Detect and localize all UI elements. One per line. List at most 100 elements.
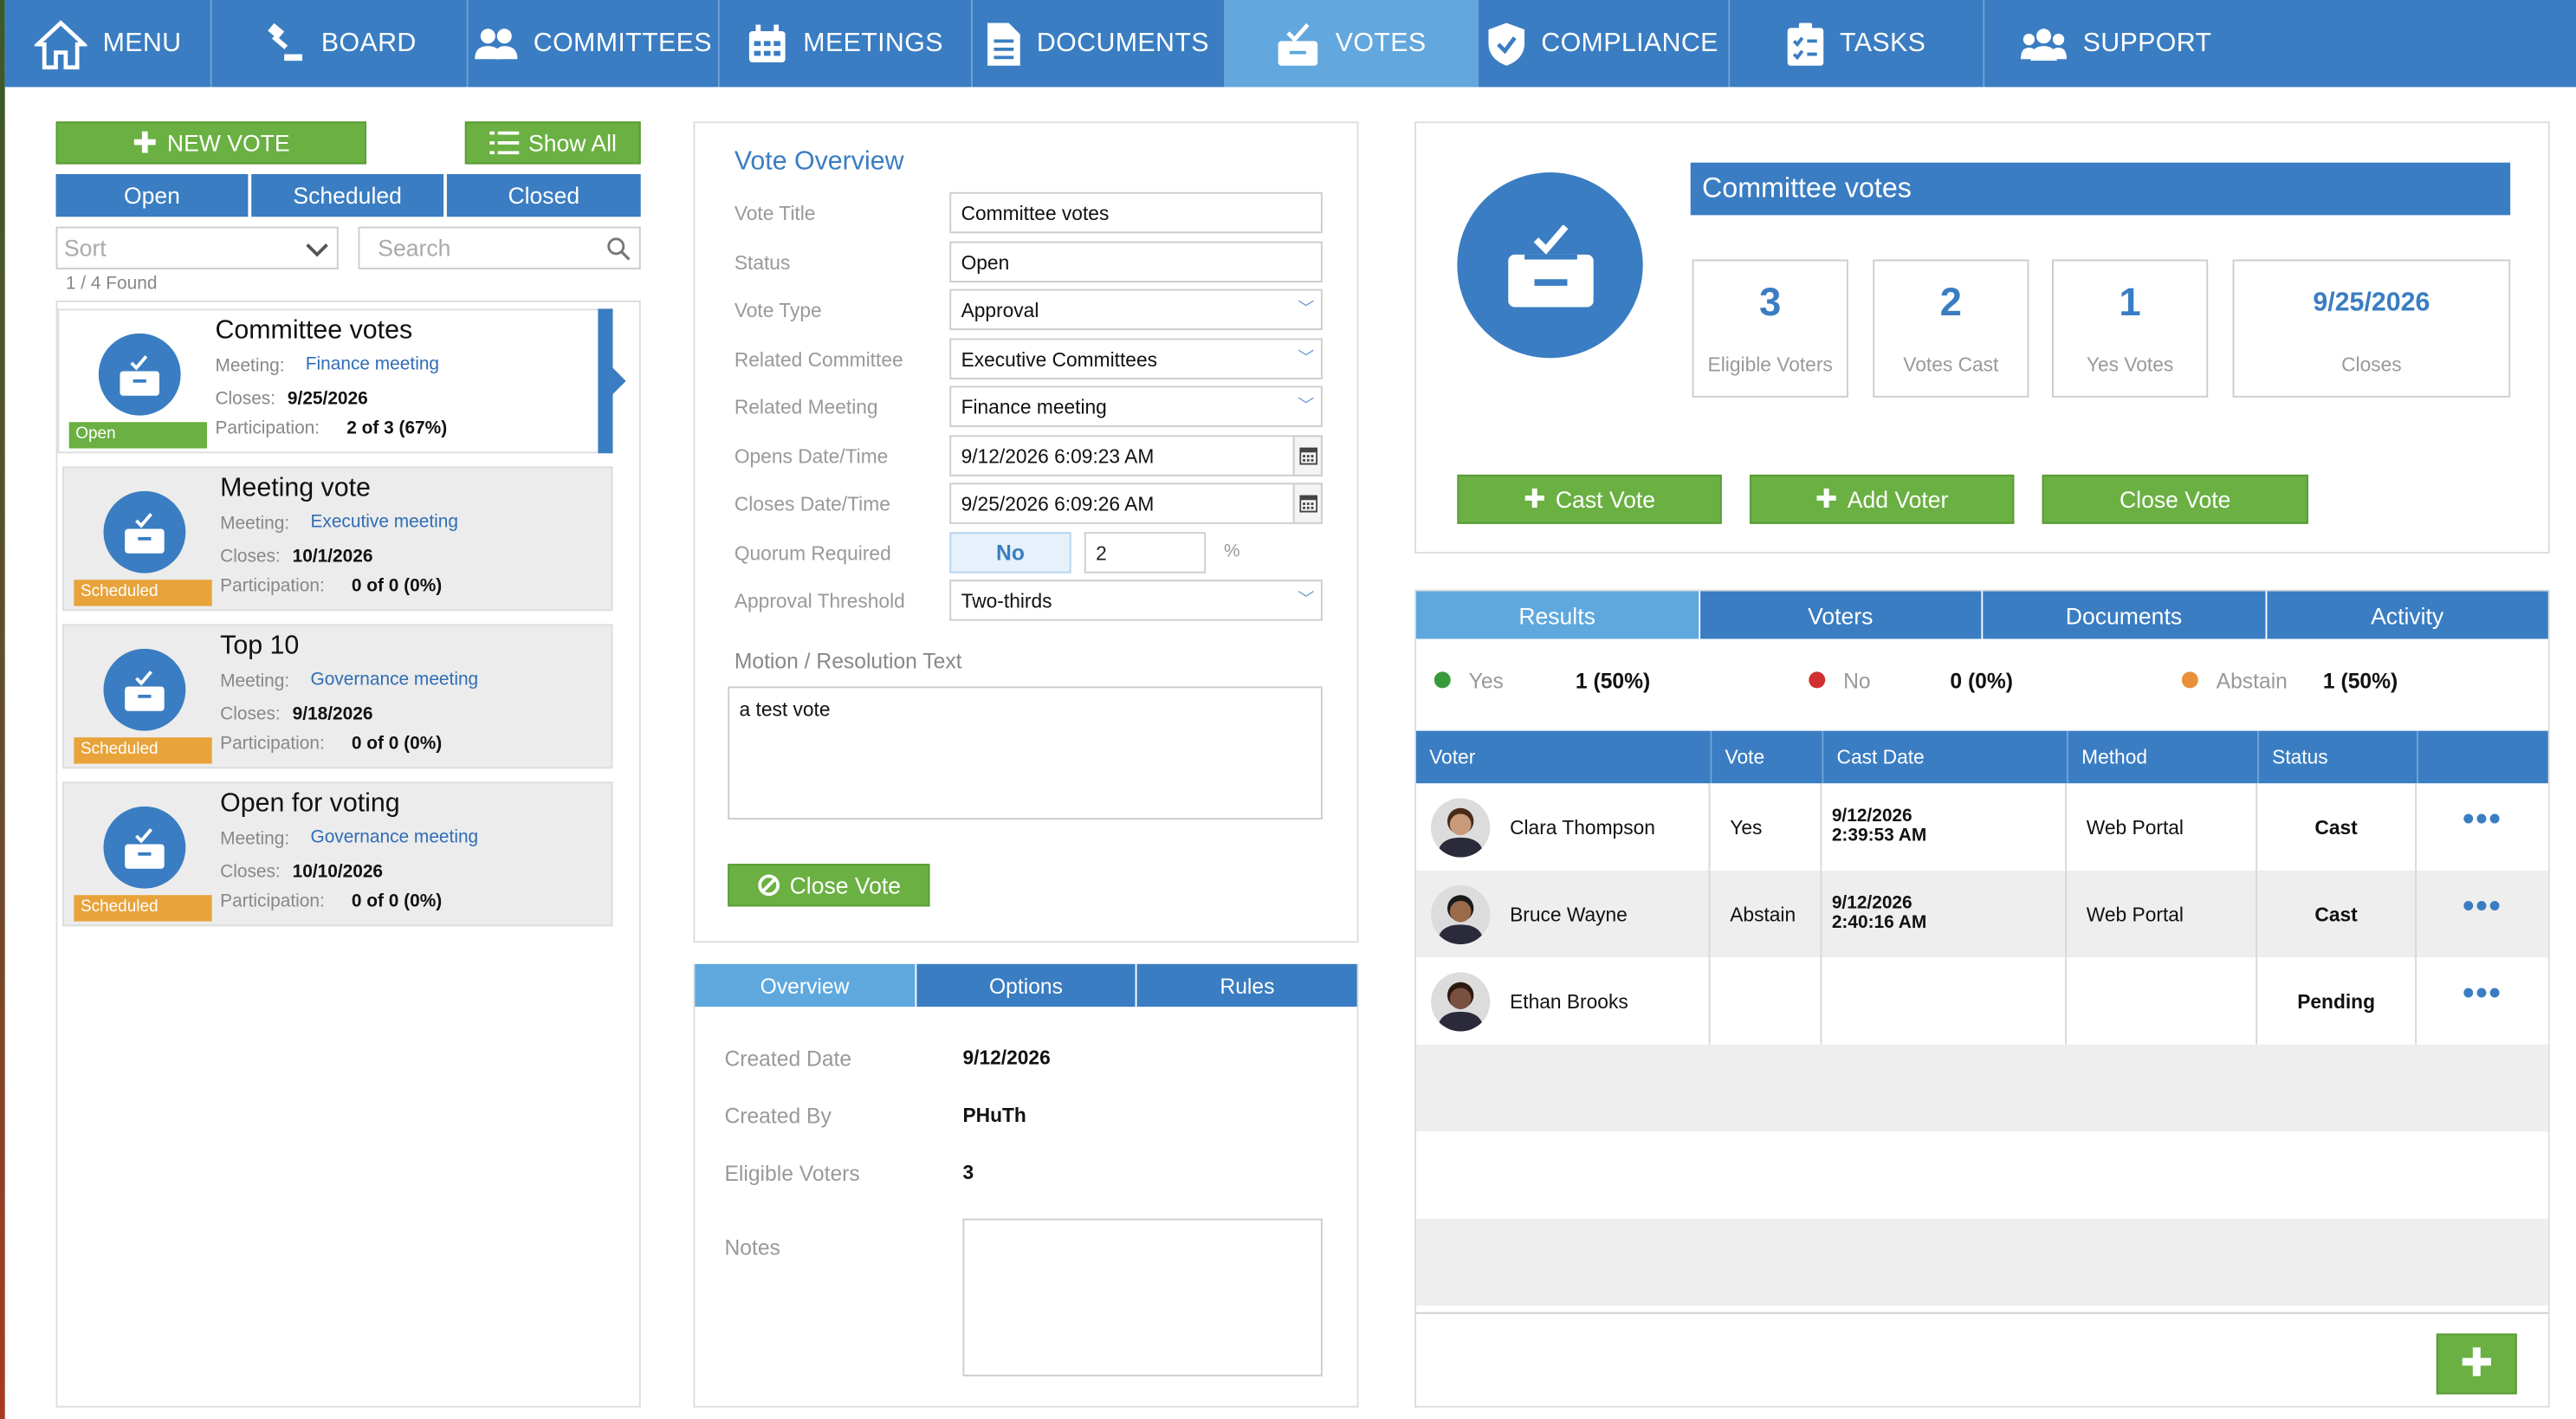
vote-value: Abstain [1730,903,1796,927]
nav-menu-label: MENU [102,29,182,57]
col-divider [1708,870,1711,958]
col-actions [2417,730,2548,784]
filter-closed-label: Closed [508,182,580,209]
nav-tasks[interactable]: TASKS [1730,0,1985,87]
calendar-icon[interactable] [1292,435,1323,476]
tally-label: Yes [1468,668,1504,694]
col-divider [2256,870,2258,958]
tab-results[interactable]: Results [1415,591,1700,639]
vote-type-select[interactable]: Approval ﹀ [949,288,1323,331]
status-value: Pending [2297,990,2376,1014]
empty-row [1415,1131,2548,1219]
vote-list-item[interactable]: Scheduled Meeting vote Meeting: Executive m… [62,466,613,612]
sort-select[interactable]: Sort [55,226,339,269]
tab-voters[interactable]: Voters [1699,591,1984,639]
tally-value: 1 (50%) [2322,668,2398,694]
tab-documents[interactable]: Documents [1983,591,2267,639]
chevron-down-icon: ﹀ [1298,300,1315,319]
approval-threshold-value: Two-thirds [961,588,1052,612]
cast-vote-button[interactable]: ✚ Cast Vote [1457,474,1722,524]
table-row[interactable]: Ethan Brooks Pending ••• [1415,957,2548,1045]
status-field[interactable]: Open [949,241,1323,283]
col-divider [1820,957,1822,1045]
filter-closed-tab[interactable]: Closed [446,173,641,217]
tab-voters-label: Voters [1808,601,1874,629]
col-voter-label: Voter [1429,745,1476,769]
col-vote-label: Vote [1725,745,1765,769]
vote-list-item[interactable]: Scheduled Open for voting Meeting: Governan… [62,781,613,927]
chevron-down-icon: ﹀ [1298,397,1315,416]
filter-open-tab[interactable]: Open [55,173,249,217]
top-nav: MENU BOARD COMMITTEES MEETINGS DOCUMENTS… [4,0,2576,87]
related-committee-select[interactable]: Executive Committees ﹀ [949,338,1323,379]
quorum-percent-input[interactable]: 2 [1084,532,1207,573]
chevron-down-icon [306,243,328,257]
nav-menu[interactable]: MENU [5,0,212,87]
nav-board[interactable]: BOARD [212,0,469,87]
meeting-link[interactable]: Governance meeting [310,827,478,847]
stat-label: Yes Votes [2086,353,2174,377]
close-vote-button[interactable]: Close Vote [2042,474,2308,524]
more-options-icon[interactable]: ••• [2463,975,2502,1014]
percent-unit: % [1224,541,1240,562]
approval-threshold-label: Approval Threshold [734,589,905,613]
document-icon [987,22,1020,65]
add-row-button[interactable]: ✚ [2436,1333,2517,1395]
tab-activity[interactable]: Activity [2266,591,2548,639]
vote-title-field[interactable]: Committee votes [949,191,1323,234]
closes-value: 9/18/2026 [292,704,373,725]
col-divider [2256,957,2258,1045]
status-badge: Open [68,422,207,449]
table-row[interactable]: Bruce Wayne Abstain 9/12/2026 2:40:16 AM Web… [1415,870,2548,958]
tab-options[interactable]: Options [916,963,1138,1008]
nav-compliance[interactable]: COMPLIANCE [1479,0,1731,87]
summary-title: Committee votes [1690,162,2511,216]
meeting-link[interactable]: Finance meeting [306,354,439,374]
col-divider [2065,870,2068,958]
approval-threshold-select[interactable]: Two-thirds ﹀ [949,580,1323,621]
stat-label: Closes [2341,353,2402,377]
ballot-icon [103,648,186,731]
opens-datetime-field[interactable]: 9/12/2026 6:09:23 AM [949,435,1323,476]
filter-open-label: Open [123,182,180,209]
card-participation-row: Participation: 0 of 0 (0%) [220,576,442,596]
nav-votes[interactable]: VOTES [1225,0,1479,87]
closes-label: Closes Date/Time [734,492,890,516]
tab-overview-label: Overview [760,973,850,998]
meeting-link[interactable]: Governance meeting [310,670,478,690]
nav-support[interactable]: SUPPORT [1984,0,2247,87]
tally-dot [1809,671,1826,689]
show-all-button[interactable]: Show All [464,121,641,165]
add-voter-label: Add Voter [1847,486,1949,513]
meeting-link[interactable]: Executive meeting [310,512,457,532]
new-vote-button[interactable]: ✚ NEW VOTE [55,121,366,165]
nav-committees[interactable]: COMMITTEES [469,0,720,87]
vote-list-item[interactable]: Open Committee votes Meeting: Finance meeti… [57,308,626,454]
ballot-icon [103,806,186,889]
created-date-value: 9/12/2026 [962,1046,1051,1070]
tab-rules-label: Rules [1220,973,1275,998]
close-vote-button-overview[interactable]: Close Vote [728,864,930,907]
quorum-toggle[interactable]: No [949,532,1071,573]
table-row[interactable]: Clara Thompson Yes 9/12/2026 2:39:53 AM Web … [1415,783,2548,871]
related-meeting-select[interactable]: Finance meeting ﹀ [949,386,1323,427]
nav-meetings[interactable]: MEETINGS [720,0,973,87]
tab-overview[interactable]: Overview [695,963,916,1008]
nav-documents[interactable]: DOCUMENTS [973,0,1226,87]
avatar [1431,972,1491,1032]
notes-textarea[interactable] [962,1218,1323,1377]
tab-rules[interactable]: Rules [1137,963,1357,1008]
calendar-icon[interactable] [1292,483,1323,524]
add-voter-button[interactable]: ✚ Add Voter [1749,474,2015,524]
vote-list-item[interactable]: Scheduled Top 10 Meeting: Governance meetin… [62,624,613,769]
tally-label: Abstain [2216,668,2288,694]
more-options-icon[interactable]: ••• [2463,889,2502,927]
closes-datetime-field[interactable]: 9/25/2026 6:09:26 AM [949,483,1323,524]
search-input[interactable]: Search [358,226,641,269]
participation-value: 0 of 0 (0%) [351,734,443,755]
motion-textarea[interactable]: a test vote [728,686,1323,820]
plus-icon: ✚ [1815,486,1838,515]
vote-type-label: Vote Type [734,299,822,322]
more-options-icon[interactable]: ••• [2463,801,2502,839]
filter-scheduled-tab[interactable]: Scheduled [251,173,444,217]
